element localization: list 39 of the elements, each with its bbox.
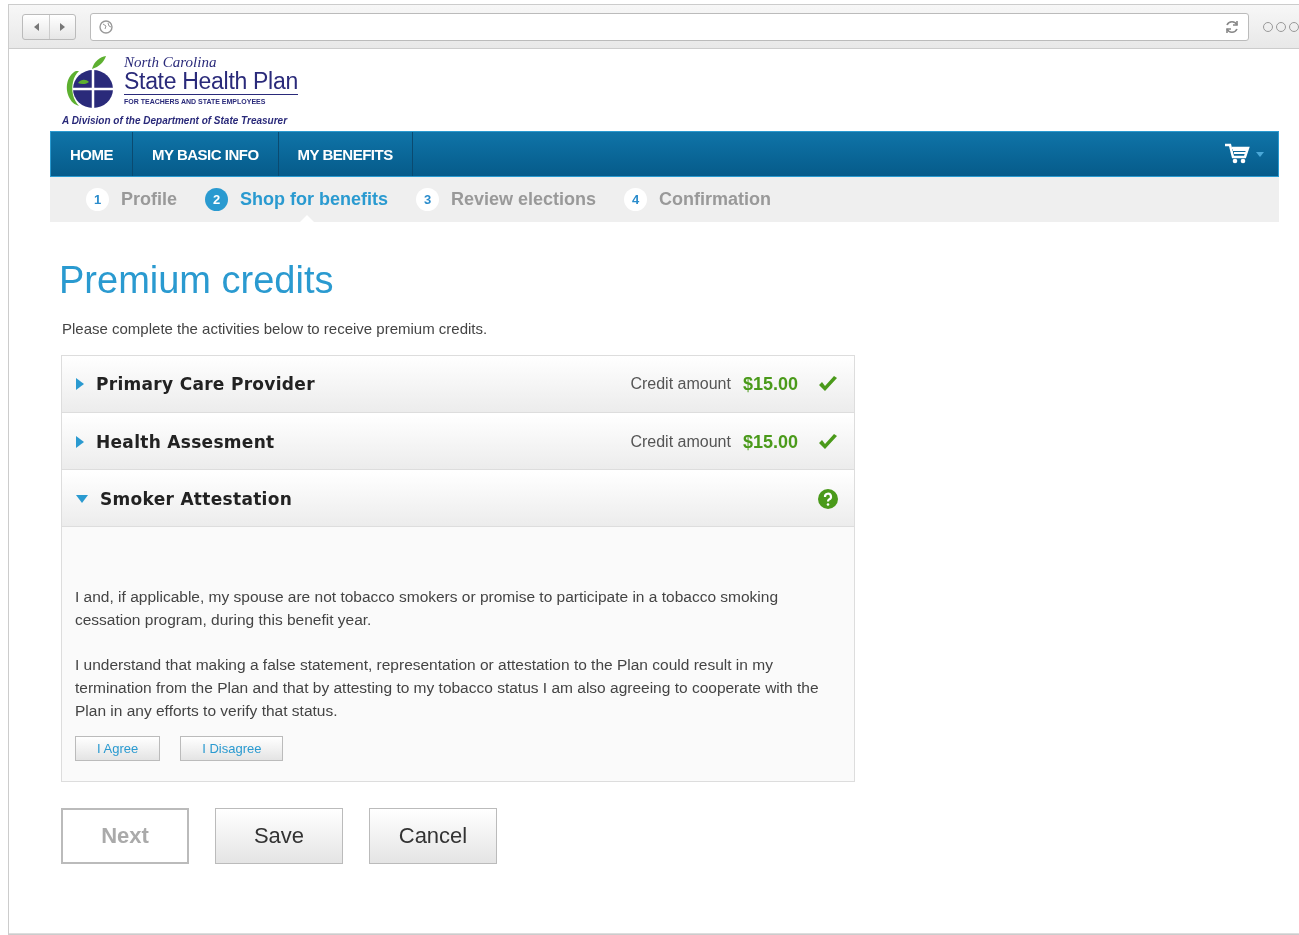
credit-label: Credit amount (630, 433, 731, 451)
step-tab[interactable]: 2 Shop for benefits (205, 177, 388, 222)
page-title: Premium credits (59, 258, 335, 303)
dropdown-caret-icon[interactable] (1256, 151, 1264, 157)
cart-icon[interactable] (1224, 143, 1250, 165)
logo-title: State Health Plan (124, 69, 298, 93)
back-arrow-icon[interactable] (32, 21, 40, 32)
attestation-text: I and, if applicable, my spouse are not tobacco smokers or promise to participate in a tobacco smoking cessation program, during this benefit year. (75, 587, 780, 630)
step-tab[interactable]: 1 Profile (86, 177, 177, 222)
credit-label: Credit amount (630, 375, 731, 393)
nav-item[interactable]: MY BENEFITS (278, 132, 413, 176)
checkmark-icon (818, 376, 838, 392)
section-header[interactable]: Health Assesment Credit amount $15.00 (62, 413, 854, 470)
section-header[interactable]: Primary Care Provider Credit amount $15.00 (62, 356, 854, 413)
address-field[interactable] (90, 12, 1249, 41)
credit-amount: $15.00 (742, 373, 798, 395)
section-title: Health Assesment (96, 432, 276, 452)
forward-arrow-icon[interactable] (58, 21, 67, 32)
collapsed-arrow-icon[interactable] (76, 436, 84, 448)
step-tab[interactable]: 4 Confirmation (624, 177, 772, 222)
section-header[interactable]: Smoker Attestation (62, 470, 854, 527)
globe-icon (99, 19, 113, 34)
intro-text: Please complete the activities below to receive premium credits. (62, 320, 489, 337)
reload-icon[interactable] (1224, 18, 1240, 35)
action-button[interactable]: Save (215, 808, 343, 864)
collapsed-arrow-icon[interactable] (76, 378, 84, 390)
attestation-text: I understand that making a false statement, representation or attestation to the Plan could result in my termination from the Plan and that by attesting to my tobacco status I am also agreeing to cooperate with the Plan in any efforts to verify that status. (75, 655, 820, 721)
expanded-arrow-icon[interactable] (76, 495, 88, 503)
credit-amount: $15.00 (742, 431, 798, 453)
section-title: Smoker Attestation (100, 489, 294, 509)
section-title: Primary Care Provider (96, 374, 316, 394)
action-button[interactable]: Cancel (369, 808, 497, 864)
nav-item[interactable]: MY BASIC INFO (133, 132, 279, 176)
step-tab[interactable]: 3 Review elections (416, 177, 597, 222)
nav-item[interactable]: HOME (51, 132, 133, 176)
logo-script-text: North Carolina (124, 55, 218, 69)
logo-division: A Division of the Department of State Treasurer (62, 115, 289, 126)
help-icon[interactable] (818, 489, 838, 509)
checkmark-icon (818, 434, 838, 450)
